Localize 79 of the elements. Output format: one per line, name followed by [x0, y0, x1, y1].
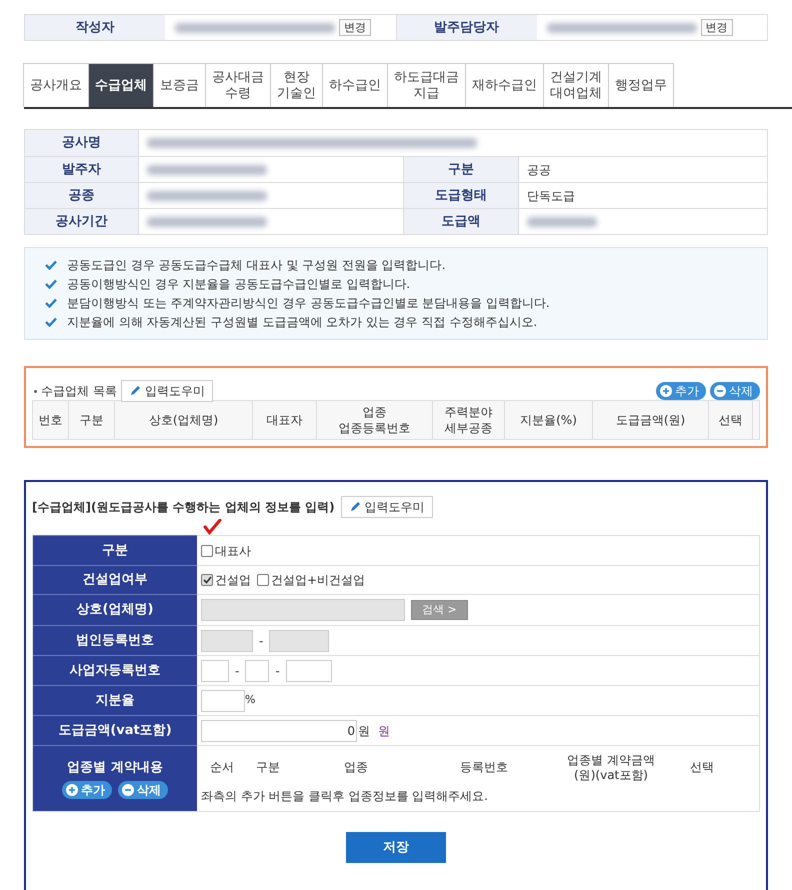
minus-icon [122, 784, 134, 796]
column-header: 업종 [343, 760, 369, 775]
field-label: 구분 [404, 157, 519, 182]
field-label: 작성자 [25, 15, 165, 40]
column-header: 대표자 [253, 401, 317, 439]
separator-text: - [259, 632, 264, 650]
form-label: 지분율 [33, 685, 197, 715]
field-label: 공종 [25, 183, 139, 208]
form-label: 상호(업체명) [33, 594, 197, 625]
column-header: 주력분야 세부공종 [433, 401, 505, 439]
field-label: 도급액 [404, 209, 519, 234]
separator-text: - [275, 662, 280, 680]
check-icon [45, 260, 57, 270]
tab[interactable]: 공사개요 [23, 63, 89, 107]
minus-icon [714, 385, 726, 397]
form-label: 도급금액(vat포함) [33, 715, 197, 745]
column-header: 구분 [255, 760, 281, 775]
amount-field[interactable]: 0 [201, 720, 357, 742]
column-header: 등록번호 [459, 760, 509, 775]
plus-icon [66, 784, 78, 796]
empty-message: 좌측의 추가 버튼을 클릭후 업종정보를 입력해주세요. [201, 788, 489, 805]
pencil-icon [128, 385, 141, 397]
checkbox-label: 건설업+비건설업 [271, 572, 366, 589]
change-button[interactable]: 변경 [339, 19, 371, 36]
notice-text: 분담이행방식 또는 주계약자관리방식인 경우 공동도급수급인별로 분담내용을 입력합니다. [67, 295, 550, 311]
field-value: 공공 [527, 162, 551, 178]
change-button[interactable]: 변경 [700, 19, 732, 36]
bullet-icon [34, 390, 37, 392]
form-label: 법인등록번호 [33, 625, 197, 655]
field-value: 단독도급 [527, 188, 575, 204]
help-button[interactable]: 입력도우미 [120, 380, 213, 402]
column-header: 순서 [209, 760, 235, 775]
blurred-value [527, 216, 597, 226]
form-label: 사업자등록번호 [33, 655, 197, 685]
column-header: 번호 [33, 401, 69, 439]
save-button[interactable]: 저장 [346, 832, 446, 863]
field-label: 도급형태 [404, 183, 519, 208]
help-button[interactable]: 입력도우미 [340, 496, 433, 518]
field-label: 발주자 [25, 157, 139, 182]
checkbox-label: 대표사 [215, 542, 251, 560]
separator-text: - [235, 662, 240, 680]
form-label-text: 업종별 계약내용 [67, 758, 163, 777]
check-icon [45, 298, 57, 308]
column-header: 지분율(%) [505, 401, 593, 439]
check-icon [45, 279, 57, 289]
check-mark-icon [203, 519, 222, 535]
checkbox[interactable] [201, 574, 213, 586]
unit-text: 원 [358, 722, 370, 740]
input-field[interactable] [201, 690, 245, 712]
form-label: 구분 [33, 535, 197, 565]
column-header: 구분 [69, 401, 115, 439]
won-link[interactable]: 원 [378, 722, 390, 740]
column-header: 업종별 계약금액 (원)(vat포함) [566, 752, 656, 782]
column-header: 업종 업종등록번호 [317, 401, 433, 439]
unit-text: % [245, 692, 256, 708]
column-header: 선택 [709, 401, 753, 439]
notice-text: 공동도급인 경우 공동도급수급체 대표사 및 구성원 전원을 입력합니다. [67, 257, 446, 273]
input-field[interactable] [286, 660, 332, 682]
field-label: 공사명 [25, 130, 139, 156]
input-field[interactable] [245, 660, 270, 682]
notice-text: 공동이행방식인 경우 지분율을 공동도급수급인별로 입력합니다. [67, 276, 410, 292]
form-title: [수급업체](원도급공사를 수행하는 업체의 정보를 입력) [32, 499, 335, 516]
column-header: 도급금액(원) [593, 401, 709, 439]
column-header: 선택 [689, 760, 715, 775]
tab[interactable]: 수급업체 [88, 63, 154, 107]
plus-icon [660, 385, 672, 397]
check-icon [45, 317, 57, 327]
checkbox[interactable] [201, 544, 213, 556]
form-label: 건설업여부 [33, 565, 197, 594]
tab[interactable]: 행정업무 [608, 63, 674, 107]
pencil-icon [348, 501, 361, 513]
field-label: 공사기간 [25, 209, 139, 234]
checkbox-label: 건설업 [215, 572, 251, 589]
checkbox[interactable] [257, 574, 269, 586]
input-field[interactable] [201, 660, 229, 682]
notice-text: 지분율에 의해 자동계산된 구성원별 도급금액에 오차가 있는 경우 직접 수정해주십시오. [67, 314, 538, 330]
section-title: 수급업체 목록 [41, 383, 117, 400]
column-header: 상호(업체명) [115, 401, 253, 439]
field-label: 발주담당자 [396, 15, 536, 40]
